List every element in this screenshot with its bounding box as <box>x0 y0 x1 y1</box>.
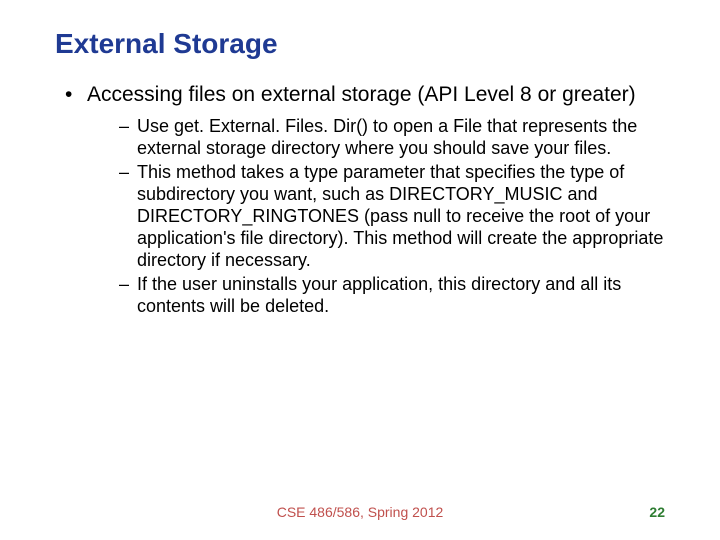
bullet-text: Accessing files on external storage (API… <box>87 83 636 106</box>
dash-item: Use get. External. Files. Dir() to open … <box>119 116 665 160</box>
sub-dash-list: Use get. External. Files. Dir() to open … <box>87 116 665 318</box>
dash-item: This method takes a type parameter that … <box>119 162 665 272</box>
footer-text: CSE 486/586, Spring 2012 <box>0 504 720 520</box>
bullet-item: Accessing files on external storage (API… <box>65 82 665 318</box>
page-number: 22 <box>649 504 665 520</box>
slide-title: External Storage <box>55 28 665 60</box>
main-bullet-list: Accessing files on external storage (API… <box>55 82 665 318</box>
dash-item: If the user uninstalls your application,… <box>119 274 665 318</box>
